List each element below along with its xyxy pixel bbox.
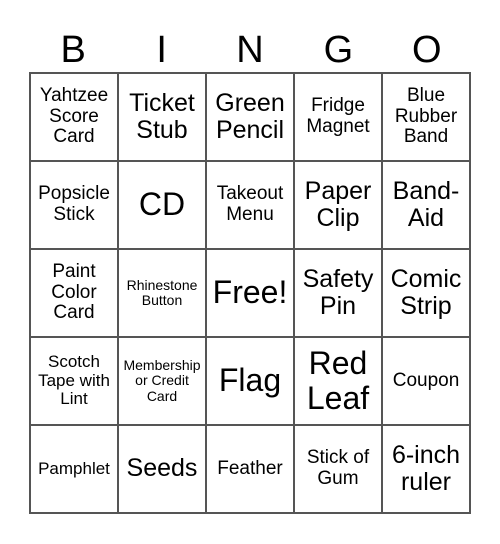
free-space-cell[interactable]: Free! <box>206 249 294 337</box>
header-letter-i: I <box>156 29 167 71</box>
header-letter-g: G <box>323 29 354 71</box>
bingo-grid: Yahtzee Score Card Ticket Stub Green Penci… <box>29 72 471 514</box>
bingo-header: B I N G O <box>29 28 471 72</box>
bingo-cell[interactable]: Blue Rubber Band <box>382 73 470 161</box>
bingo-cell[interactable]: Yahtzee Score Card <box>30 73 118 161</box>
bingo-cell[interactable]: Takeout Menu <box>206 161 294 249</box>
bingo-cell[interactable]: Band-Aid <box>382 161 470 249</box>
bingo-cell[interactable]: Ticket Stub <box>118 73 206 161</box>
bingo-cell[interactable]: Flag <box>206 337 294 425</box>
bingo-cell[interactable]: Coupon <box>382 337 470 425</box>
bingo-cell[interactable]: CD <box>118 161 206 249</box>
bingo-cell[interactable]: Stick of Gum <box>294 425 382 513</box>
bingo-cell[interactable]: Safety Pin <box>294 249 382 337</box>
header-letter-o: O <box>412 29 442 71</box>
bingo-cell[interactable]: Green Pencil <box>206 73 294 161</box>
bingo-cell[interactable]: Red Leaf <box>294 337 382 425</box>
bingo-cell[interactable]: Seeds <box>118 425 206 513</box>
bingo-cell[interactable]: Popsicle Stick <box>30 161 118 249</box>
bingo-cell[interactable]: 6-inch ruler <box>382 425 470 513</box>
bingo-cell[interactable]: Scotch Tape with Lint <box>30 337 118 425</box>
header-letter-n: N <box>236 29 264 71</box>
bingo-cell[interactable]: Membership or Credit Card <box>118 337 206 425</box>
bingo-cell[interactable]: Fridge Magnet <box>294 73 382 161</box>
header-letter-b: B <box>60 29 86 71</box>
bingo-cell[interactable]: Paint Color Card <box>30 249 118 337</box>
bingo-cell[interactable]: Comic Strip <box>382 249 470 337</box>
bingo-cell[interactable]: Rhinestone Button <box>118 249 206 337</box>
bingo-cell[interactable]: Pamphlet <box>30 425 118 513</box>
bingo-cell[interactable]: Paper Clip <box>294 161 382 249</box>
bingo-cell[interactable]: Feather <box>206 425 294 513</box>
